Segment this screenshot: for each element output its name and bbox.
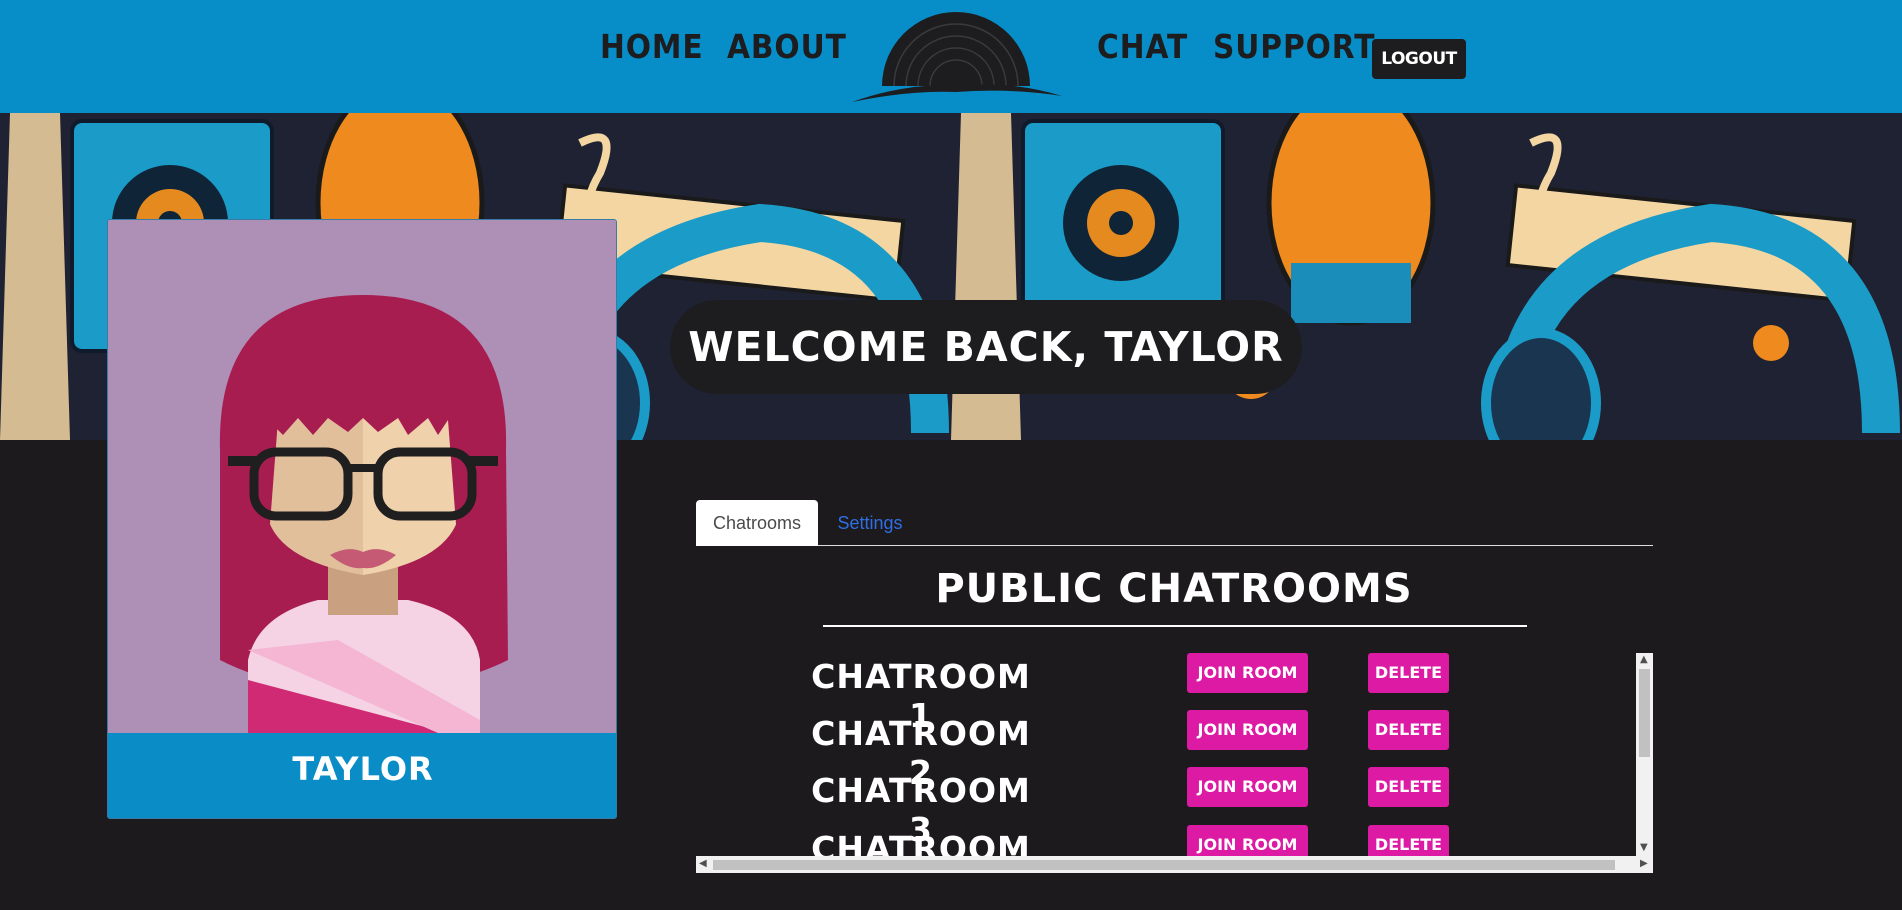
vertical-scrollbar-thumb[interactable] bbox=[1639, 669, 1650, 757]
join-room-button[interactable]: JOIN ROOM bbox=[1187, 767, 1308, 807]
nav-support-link[interactable]: SUPPORT bbox=[1213, 30, 1375, 63]
nav-chat-link[interactable]: CHAT bbox=[1097, 30, 1188, 63]
vertical-scrollbar[interactable]: ▲ ▼ bbox=[1636, 653, 1653, 856]
top-navbar: HOME ABOUT CHAT SUPPORT LOGOUT bbox=[0, 0, 1902, 113]
horizontal-scrollbar[interactable]: ◀ ▶ bbox=[696, 856, 1653, 873]
tab-settings[interactable]: Settings bbox=[818, 500, 922, 546]
logout-button[interactable]: LOGOUT bbox=[1372, 39, 1466, 79]
profile-tabs: Chatrooms Settings bbox=[696, 500, 1653, 546]
profile-card: TAYLOR bbox=[107, 219, 617, 819]
vinyl-record-logo-icon[interactable] bbox=[850, 10, 1062, 106]
list-item: CHATROOM 2 JOIN ROOM DELETE bbox=[696, 710, 1636, 792]
avatar bbox=[108, 220, 616, 733]
profile-name: TAYLOR bbox=[292, 750, 434, 788]
join-room-button[interactable]: JOIN ROOM bbox=[1187, 653, 1308, 693]
girl-with-glasses-avatar-icon bbox=[108, 220, 616, 733]
scroll-right-arrow-icon[interactable]: ▶ bbox=[1640, 859, 1648, 869]
list-item: CHATROOM 3 JOIN ROOM DELETE bbox=[696, 767, 1636, 849]
delete-room-button[interactable]: DELETE bbox=[1368, 710, 1449, 750]
tab-chatrooms[interactable]: Chatrooms bbox=[696, 500, 818, 546]
horizontal-scrollbar-thumb[interactable] bbox=[713, 860, 1615, 870]
nav-about-link[interactable]: ABOUT bbox=[727, 30, 847, 63]
title-divider bbox=[823, 625, 1527, 627]
section-title: PUBLIC CHATROOMS bbox=[935, 566, 1413, 612]
delete-room-button[interactable]: DELETE bbox=[1368, 653, 1449, 693]
nav-home-link[interactable]: HOME bbox=[600, 30, 704, 63]
scroll-up-arrow-icon[interactable]: ▲ bbox=[1640, 655, 1648, 665]
join-room-button[interactable]: JOIN ROOM bbox=[1187, 710, 1308, 750]
welcome-banner-text: WELCOME BACK, TAYLOR bbox=[670, 300, 1302, 394]
delete-room-button[interactable]: DELETE bbox=[1368, 767, 1449, 807]
scroll-down-arrow-icon[interactable]: ▼ bbox=[1640, 843, 1648, 853]
scroll-left-arrow-icon[interactable]: ◀ bbox=[699, 859, 707, 869]
chatroom-list[interactable]: CHATROOM 1 JOIN ROOM DELETE CHATROOM 2 J… bbox=[696, 653, 1653, 874]
list-item: CHATROOM 1 JOIN ROOM DELETE bbox=[696, 653, 1636, 735]
